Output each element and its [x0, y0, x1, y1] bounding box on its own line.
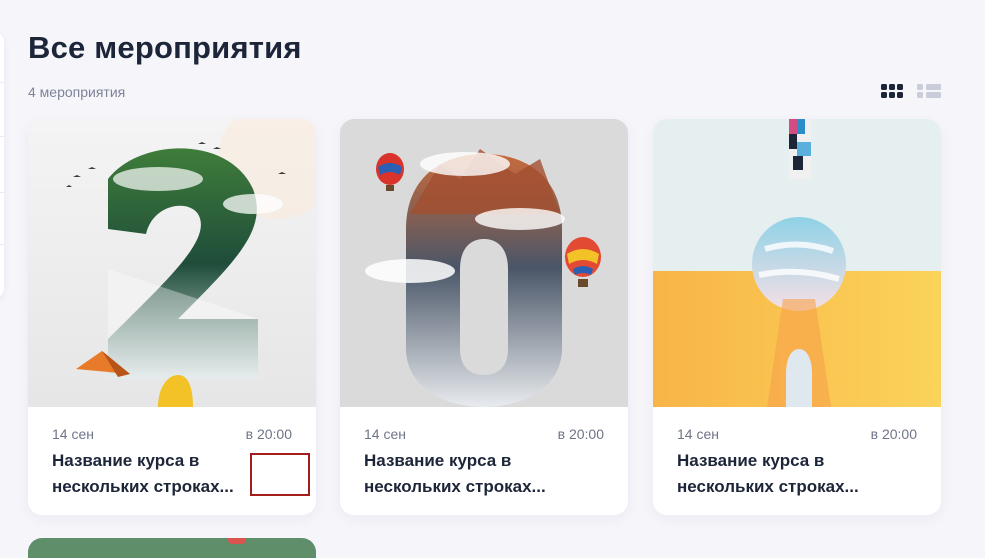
view-toggle — [881, 83, 941, 99]
sidebar-panel-edge — [0, 32, 4, 298]
event-date: 14 сен — [364, 426, 406, 442]
grid-view-button[interactable] — [881, 83, 905, 99]
focus-outline — [250, 453, 310, 496]
event-image — [340, 119, 628, 407]
event-card[interactable]: 14 сен в 20:00 Название курса в нескольк… — [340, 119, 628, 515]
event-time: в 20:00 — [245, 426, 292, 442]
event-time: в 20:00 — [557, 426, 604, 442]
event-title: Название курса в нескольких строках... — [364, 451, 546, 496]
event-card-partial[interactable] — [28, 538, 316, 558]
event-image — [28, 119, 316, 407]
events-count: 4 мероприятия — [28, 84, 126, 100]
event-card[interactable]: 14 сен в 20:00 Название курса в нескольк… — [653, 119, 941, 515]
event-date: 14 сен — [677, 426, 719, 442]
event-image-fragment — [228, 538, 246, 544]
list-view-button[interactable] — [917, 83, 941, 99]
event-image — [653, 119, 941, 407]
event-date: 14 сен — [52, 426, 94, 442]
event-time: в 20:00 — [870, 426, 917, 442]
event-title: Название курса в нескольких строках... — [677, 451, 859, 496]
page-title: Все мероприятия — [28, 30, 302, 65]
